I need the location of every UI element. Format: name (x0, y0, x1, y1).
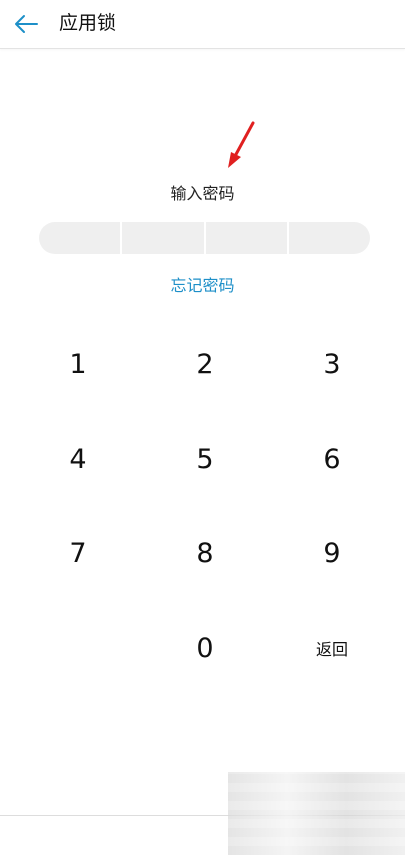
keypad-key-2[interactable]: 2 (150, 329, 260, 399)
keypad-key-3[interactable]: 3 (277, 329, 387, 399)
keypad-key-9[interactable]: 9 (277, 518, 387, 588)
keypad-key-4[interactable]: 4 (23, 424, 133, 494)
app-header: 应用锁 (0, 0, 405, 49)
page-title: 应用锁 (59, 12, 117, 34)
password-prompt: 输入密码 (170, 184, 235, 203)
keypad-back-button[interactable]: 返回 (277, 613, 387, 683)
forgot-password-link[interactable]: 忘记密码 (0, 274, 405, 298)
keypad-key-5[interactable]: 5 (150, 424, 260, 494)
keypad-key-6[interactable]: 6 (277, 424, 387, 494)
pin-slot (39, 222, 120, 254)
keypad-key-7[interactable]: 7 (23, 518, 133, 588)
pin-input-field[interactable] (39, 222, 370, 254)
pin-slot (286, 222, 370, 254)
red-arrow-annotation-icon (228, 121, 255, 168)
blurred-watermark (228, 772, 405, 855)
keypad-key-8[interactable]: 8 (150, 518, 260, 588)
pin-slot (120, 222, 203, 254)
back-button[interactable] (8, 6, 44, 42)
pin-slot (203, 222, 287, 254)
keypad-key-0[interactable]: 0 (150, 613, 260, 683)
arrow-left-icon (15, 15, 38, 33)
keypad-key-1[interactable]: 1 (23, 329, 133, 399)
